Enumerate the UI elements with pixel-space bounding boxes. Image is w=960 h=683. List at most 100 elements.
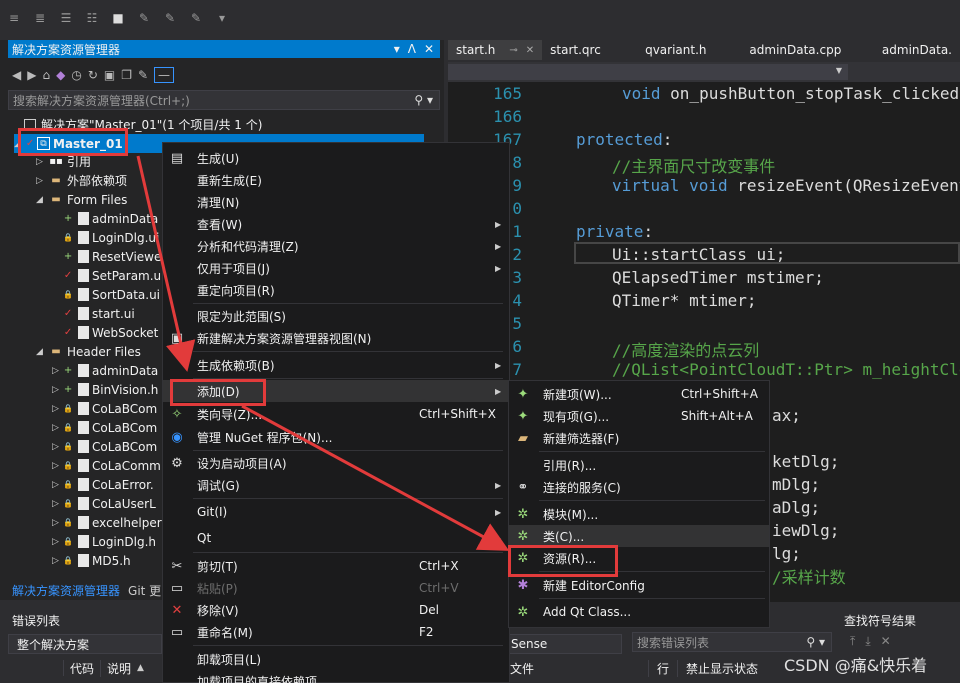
collapse-icon[interactable]: ▷ [36, 157, 48, 167]
add-submenu-item[interactable]: ✲ Add Qt Class... [509, 601, 769, 623]
tree-item[interactable]: ▷ 🔒 MD5.h [52, 551, 131, 570]
search-icon[interactable]: ⚲ ▾ [414, 93, 439, 107]
tree-item[interactable]: ✓ SetParam.ui [52, 266, 165, 285]
clear-icon[interactable]: ✕ [881, 634, 891, 654]
align-icon[interactable]: ≣ [32, 10, 48, 26]
collapse-icon[interactable]: ▷ [52, 385, 64, 395]
tree-item[interactable]: ▷ 🔒 CoLaBCom [52, 399, 157, 418]
context-menu-item[interactable]: Qt ▶ [163, 527, 509, 549]
tree-item[interactable]: ▷ 🔒 CoLaBCom [52, 418, 157, 437]
column-file[interactable]: 文件 [508, 660, 648, 677]
add-submenu-item[interactable]: ✲ 资源(R)... [509, 547, 769, 569]
add-submenu-item[interactable]: ✦ 现有项(G)... Shift+Alt+A [509, 405, 769, 427]
scope-dropdown[interactable]: ▼ [448, 64, 848, 80]
tree-item[interactable]: + ResetViewer [52, 247, 167, 266]
bookmark-icon[interactable]: ■ [110, 10, 126, 26]
panel-menu-icon[interactable]: ▾ [394, 42, 400, 56]
context-menu-item[interactable]: 调试(G) ▶ [163, 474, 509, 496]
tree-item[interactable]: ▷ 🔒 CoLaBCom [52, 437, 157, 456]
add-submenu-item[interactable]: 引用(R)... [509, 454, 769, 476]
close-icon[interactable]: ✕ [526, 45, 534, 56]
tab-git[interactable]: Git 更 [124, 582, 165, 599]
context-menu-item[interactable]: 清理(N) [163, 191, 509, 213]
add-submenu-item[interactable]: ⚭ 连接的服务(C) [509, 476, 769, 498]
column-line[interactable]: 行 [648, 659, 677, 677]
tree-item[interactable]: ✓ start.ui [52, 304, 135, 323]
context-menu-item[interactable]: ◉ 管理 NuGet 程序包(N)... [163, 426, 509, 448]
expand-icon[interactable]: ◢ [14, 139, 26, 149]
tree-item[interactable]: ▷ ▪▪ 引用 [36, 152, 91, 171]
context-menu-item[interactable]: ⚙ 设为启动项目(A) [163, 452, 509, 474]
tree-item[interactable]: + adminData [52, 209, 158, 228]
error-search-input[interactable]: 搜索错误列表 ⚲ ▾ [632, 632, 832, 652]
column-suppression[interactable]: 禁止显示状态 [677, 659, 766, 677]
add-submenu-item[interactable]: ▰ 新建筛选器(F) [509, 427, 769, 449]
add-submenu-item[interactable]: ✲ 模块(M)... [509, 503, 769, 525]
tab-admindata[interactable]: adminData. [874, 40, 960, 60]
context-menu-item[interactable]: ✂ 剪切(T) Ctrl+X [163, 555, 509, 577]
vs-icon[interactable]: ◆ [56, 68, 65, 82]
tree-item[interactable]: ▷ 🔒 CoLaComm [52, 456, 161, 475]
column-description[interactable]: 说明 [100, 659, 137, 677]
tree-item[interactable]: ▷ 🔒 LoginDlg.h [52, 532, 156, 551]
tree-item[interactable]: ◢ ▬ Header Files [36, 342, 141, 361]
context-menu-item[interactable]: 卸载项目(L) [163, 648, 509, 670]
context-menu-item[interactable]: ✕ 移除(V) Del [163, 599, 509, 621]
next-icon[interactable]: ⤓ [865, 634, 870, 654]
collapse-icon[interactable]: ▷ [52, 366, 64, 376]
tree-item[interactable]: ▷ + BinVision.h [52, 380, 158, 399]
context-menu-item[interactable]: ✧ 类向导(Z)... Ctrl+Shift+X [163, 403, 509, 425]
expand-icon[interactable]: ◢ [36, 195, 48, 205]
tab-admindata-cpp[interactable]: adminData.cpp [741, 40, 874, 60]
pin-icon[interactable]: ᐱ [408, 42, 416, 56]
solution-node[interactable]: 解决方案"Master_01"(1 个项目/共 1 个) [12, 115, 262, 134]
add-submenu-item[interactable]: ✦ 新建项(W)... Ctrl+Shift+A [509, 383, 769, 405]
context-menu-item[interactable]: 分析和代码清理(Z) ▶ [163, 235, 509, 257]
pin-icon[interactable]: ⊸ [509, 45, 517, 56]
prev-icon[interactable]: ⤒ [850, 634, 855, 654]
collapse-icon[interactable]: ▷ [36, 176, 48, 186]
toolbar-overflow-icon[interactable]: ▾ [214, 10, 230, 26]
close-icon[interactable]: ✕ [424, 42, 434, 56]
back-icon[interactable]: ◀ [12, 68, 21, 82]
collapse-icon[interactable]: ▣ [104, 68, 115, 82]
add-submenu-item[interactable]: ✲ 类(C)... [509, 525, 769, 547]
list-indent-icon[interactable]: ☷ [84, 10, 100, 26]
bookmark-clear-icon[interactable]: ✎ [188, 10, 204, 26]
wrench-icon[interactable]: ✎ [138, 68, 148, 82]
list-icon[interactable]: ☰ [58, 10, 74, 26]
context-menu-item[interactable]: 重定向项目(R) [163, 279, 509, 301]
context-menu-item[interactable]: Git(I) ▶ [163, 501, 509, 523]
error-scope-select[interactable]: 整个解决方案 [8, 634, 162, 654]
tab-solution-explorer[interactable]: 解决方案资源管理器 [8, 582, 124, 599]
tree-item[interactable]: ▷ ▬ 外部依赖项 [36, 171, 127, 190]
context-menu-item[interactable]: 生成依赖项(B) ▶ [163, 354, 509, 376]
tab-start-h[interactable]: start.h ⊸ ✕ [448, 40, 543, 60]
copy-icon[interactable]: ❐ [121, 68, 132, 82]
build-intellisense-select[interactable]: Sense [508, 634, 622, 654]
context-menu-item[interactable]: 限定为此范围(S) [163, 305, 509, 327]
solution-search-input[interactable]: 搜索解决方案资源管理器(Ctrl+;) ⚲ ▾ [8, 90, 440, 110]
bookmark-prev-icon[interactable]: ✎ [136, 10, 152, 26]
expand-icon[interactable]: ◢ [36, 347, 48, 357]
context-menu-item[interactable]: 重新生成(E) [163, 169, 509, 191]
refresh-icon[interactable]: ↻ [88, 68, 98, 82]
context-menu-item[interactable]: 添加(D) ▶ [163, 380, 509, 402]
context-menu-item[interactable]: ▣ 新建解决方案资源管理器视图(N) [163, 327, 509, 349]
tree-item[interactable]: 🔒 LoginDlg.ui [52, 228, 159, 247]
context-menu-item[interactable]: ▭ 重命名(M) F2 [163, 621, 509, 643]
tree-item[interactable]: 🔒 SortData.ui [52, 285, 160, 304]
tab-start-qrc[interactable]: start.qrc [542, 40, 637, 60]
tree-item[interactable]: ▷ + adminData [52, 361, 158, 380]
history-icon[interactable]: ◷ [71, 68, 81, 82]
tree-item[interactable]: ✓ WebSocket [52, 323, 159, 342]
preview-icon[interactable]: — [154, 67, 175, 83]
home-icon[interactable]: ⌂ [42, 68, 50, 82]
tree-item[interactable]: ▷ 🔒 excelhelper [52, 513, 162, 532]
context-menu-item[interactable]: ▭ 粘贴(P) Ctrl+V [163, 577, 509, 599]
align-left-icon[interactable]: ≡ [6, 10, 22, 26]
context-menu-item[interactable]: ▤ 生成(U) [163, 147, 509, 169]
context-menu-item[interactable]: 查看(W) ▶ [163, 213, 509, 235]
bookmark-next-icon[interactable]: ✎ [162, 10, 178, 26]
search-icon[interactable]: ⚲ ▾ [806, 635, 831, 649]
